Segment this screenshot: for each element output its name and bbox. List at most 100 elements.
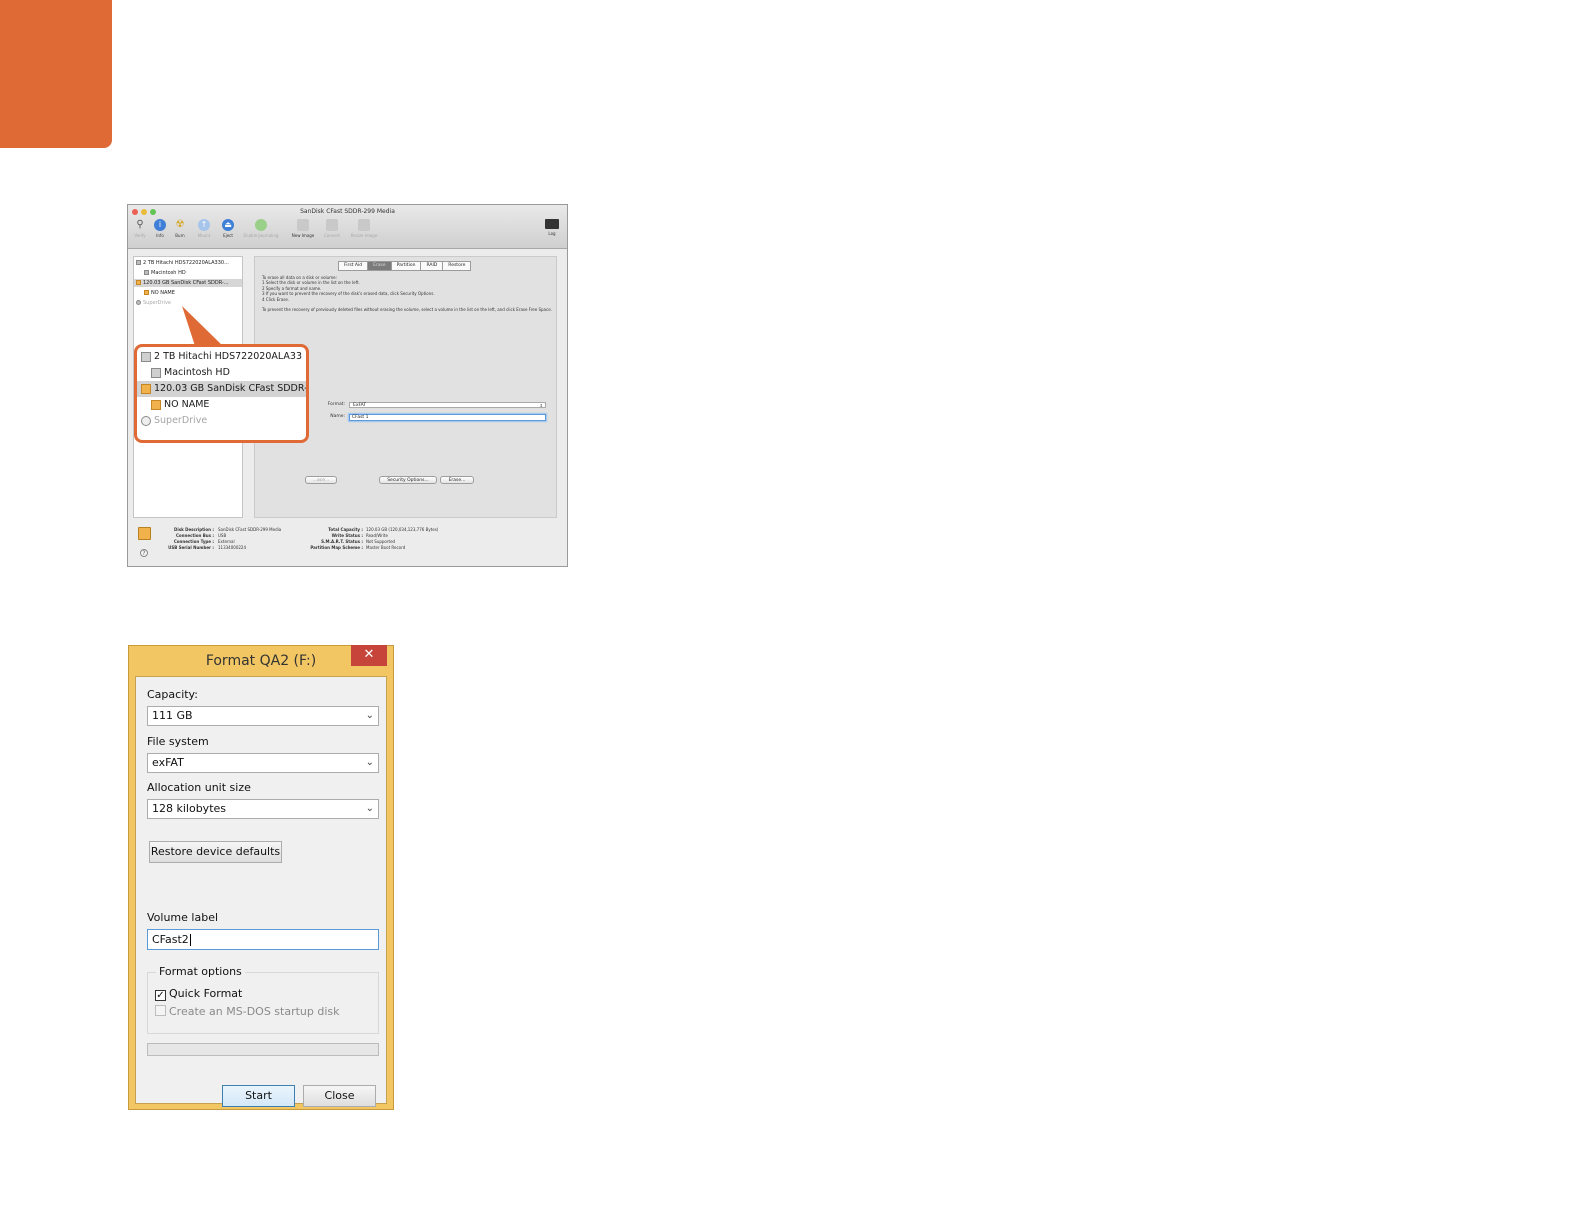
new-image-icon [297, 219, 309, 231]
tab-partition[interactable]: Partition [390, 261, 422, 271]
tab-first-aid[interactable]: First Aid [338, 261, 369, 271]
info-icon: i [154, 219, 166, 231]
total-capacity-value: 120.03 GB (120,034,123,776 Bytes) [366, 527, 439, 532]
volume-label-label: Volume label [147, 911, 219, 924]
start-button[interactable]: Start [222, 1085, 295, 1107]
toolbar-burn-button[interactable]: ☢ Burn [168, 219, 192, 238]
zoom-item-macintosh-hd[interactable]: Macintosh HD [151, 365, 302, 381]
chevron-down-icon: ⌄ [365, 710, 374, 721]
zoom-item-superdrive[interactable]: SuperDrive [141, 413, 302, 429]
allocation-unit-label: Allocation unit size [147, 781, 251, 794]
journaling-icon [255, 219, 267, 231]
removable-disk-icon [136, 280, 141, 285]
connection-bus-value: USB [218, 533, 227, 538]
chevron-down-icon: ⌄ [365, 803, 374, 814]
hard-disk-icon [141, 351, 151, 362]
quick-format-checkbox[interactable]: ✓ Quick Format [155, 987, 242, 1001]
checkbox-unchecked-icon [155, 1005, 166, 1016]
capacity-select[interactable]: 111 GB ⌄ [147, 706, 379, 726]
smart-status-label: S.M.A.R.T. Status : [321, 539, 363, 544]
tab-restore[interactable]: Restore [442, 261, 472, 271]
orange-page-tab [0, 0, 112, 148]
file-system-select[interactable]: exFAT ⌄ [147, 753, 379, 773]
window-titlebar: SanDisk CFast SDDR-299 Media ⚲ Verify i … [128, 205, 567, 249]
sidebar-item-superdrive[interactable]: SuperDrive [136, 299, 171, 307]
toolbar-mount-button[interactable]: ↑ Mount [192, 219, 216, 238]
dialog-body: Capacity: 111 GB ⌄ File system exFAT ⌄ A… [135, 676, 387, 1107]
erase-button[interactable]: Erase... [440, 476, 474, 484]
allocation-unit-select[interactable]: 128 kilobytes ⌄ [147, 799, 379, 819]
chevron-down-icon: ⌄ [365, 757, 374, 768]
write-status-value: Read/Write [366, 533, 388, 538]
sidebar-item-macintosh-hd[interactable]: Macintosh HD [144, 269, 186, 277]
format-progress-bar [147, 1043, 379, 1056]
zoom-item-sandisk-cfast[interactable]: 120.03 GB SanDisk CFast SDDR-... [137, 381, 306, 397]
connection-type-value: External [218, 539, 235, 544]
disk-description-value: SanDisk CFast SDDR-299 Media [218, 527, 282, 532]
tab-bar: First Aid Erase Partition RAID Restore [338, 261, 472, 271]
usb-serial-label: USB Serial Number : [168, 545, 214, 550]
erase-instructions: To erase all data on a disk or volume: 1… [262, 275, 552, 313]
optical-drive-icon [136, 300, 141, 305]
toolbar-resize-image-button[interactable]: Resize Image [348, 219, 380, 238]
erase-free-space-button[interactable]: ...ace... [305, 476, 337, 484]
file-system-label: File system [147, 735, 209, 748]
disk-description-label: Disk Description : [174, 527, 214, 532]
hard-disk-icon [136, 260, 141, 265]
microscope-icon: ⚲ [136, 219, 144, 230]
format-dialog: Format QA2 (F:) ✕ Capacity: 111 GB ⌄ Fil… [128, 645, 394, 1110]
resize-image-icon [358, 219, 370, 231]
convert-icon [326, 219, 338, 231]
volume-icon [151, 367, 161, 378]
sidebar-item-sandisk-cfast[interactable]: 120.03 GB SanDisk CFast SDDR-... [134, 279, 242, 287]
eject-icon: ⏏ [222, 219, 234, 231]
removable-disk-icon [138, 527, 151, 540]
connection-bus-label: Connection Bus : [175, 533, 214, 538]
msdos-startup-checkbox[interactable]: Create an MS-DOS startup disk [155, 1005, 340, 1018]
toolbar-log-button[interactable]: Log [540, 219, 564, 236]
volume-label-input[interactable]: CFast2 [147, 929, 379, 950]
toolbar-enable-journaling-button[interactable]: Enable Journaling [236, 219, 286, 238]
mount-icon: ↑ [198, 219, 210, 231]
security-options-button[interactable]: Security Options... [379, 476, 437, 484]
total-capacity-label: Total Capacity : [328, 527, 363, 532]
tab-raid[interactable]: RAID [420, 261, 444, 271]
volume-icon [144, 270, 149, 275]
close-icon[interactable]: ✕ [351, 645, 387, 666]
burn-icon: ☢ [175, 219, 185, 230]
format-select[interactable]: ExFAT ⇕ [349, 402, 546, 408]
close-button[interactable]: Close [303, 1085, 376, 1107]
capacity-label: Capacity: [147, 688, 198, 701]
format-label: Format: [327, 402, 345, 407]
usb-serial-value: 11334000224 [218, 545, 246, 550]
volume-name-input[interactable]: CFast 1 [349, 414, 546, 421]
smart-status-value: Not Supported [366, 539, 396, 544]
connection-type-label: Connection Type : [173, 539, 214, 544]
partition-map-label: Partition Map Scheme : [310, 545, 363, 550]
sidebar-item-hitachi-disk[interactable]: 2 TB Hitachi HDS722020ALA330... [136, 259, 229, 267]
volume-icon [151, 399, 161, 410]
text-caret [189, 934, 191, 946]
stepper-arrows-icon: ⇕ [539, 403, 543, 408]
zoom-item-no-name[interactable]: NO NAME [151, 397, 302, 413]
restore-defaults-button[interactable]: Restore device defaults [149, 841, 282, 863]
sidebar-zoom-callout: 2 TB Hitachi HDS722020ALA330... Macintos… [134, 344, 309, 443]
partition-map-value: Master Boot Record [366, 545, 406, 550]
format-options-title: Format options [156, 965, 245, 978]
volume-icon [144, 290, 149, 295]
toolbar-convert-button[interactable]: Convert [320, 219, 344, 238]
zoom-item-hitachi-disk[interactable]: 2 TB Hitachi HDS722020ALA330... [141, 349, 302, 365]
tab-erase[interactable]: Erase [367, 261, 392, 271]
toolbar-new-image-button[interactable]: New Image [288, 219, 318, 238]
name-label: Name: [330, 414, 345, 419]
sidebar-item-no-name[interactable]: NO NAME [144, 289, 175, 297]
help-icon[interactable]: ? [140, 549, 148, 557]
window-title: SanDisk CFast SDDR-299 Media [300, 208, 395, 215]
write-status-label: Write Status : [331, 533, 363, 538]
log-icon [545, 219, 559, 229]
checkbox-checked-icon: ✓ [155, 990, 166, 1001]
removable-disk-icon [141, 383, 151, 394]
optical-drive-icon [141, 415, 151, 426]
format-options-group: Format options ✓ Quick Format Create an M… [147, 965, 379, 1034]
disk-info-footer: ? Disk Description : SanDisk CFast SDDR-… [128, 521, 567, 566]
